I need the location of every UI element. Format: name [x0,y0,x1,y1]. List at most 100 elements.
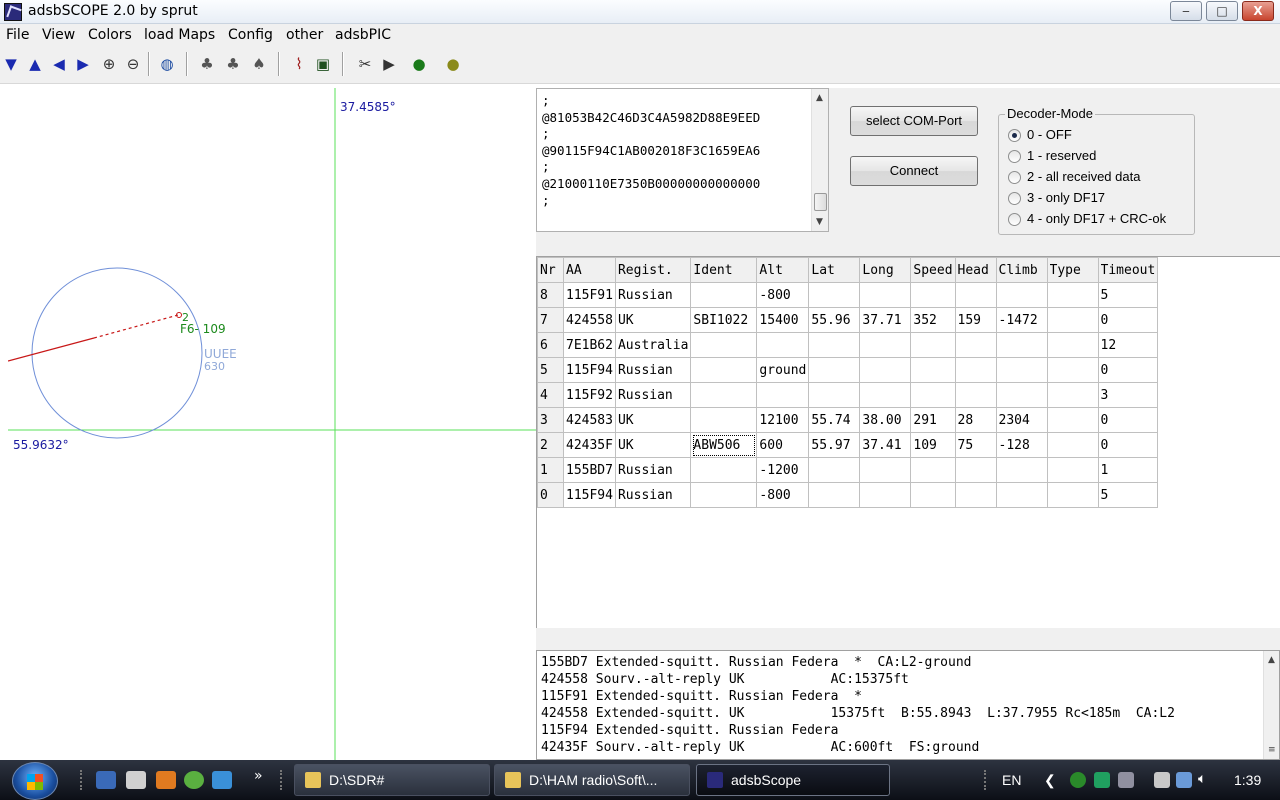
radio-checked-icon[interactable] [1008,129,1021,143]
table-cell[interactable] [1046,357,1099,383]
table-row[interactable]: 2 42435F UK ABW506 600 55.97 37.41 109 75 -128 0 [537,432,1159,458]
table-cell[interactable]: Russian [614,457,692,483]
table-cell[interactable] [910,457,956,483]
table-cell[interactable]: Russian [614,357,692,383]
table-cell[interactable]: 12100 [756,407,810,433]
table-cell[interactable] [995,332,1048,358]
tools-icon[interactable]: ✂ [354,53,376,75]
select-com-port-button[interactable]: select COM-Port [850,106,978,136]
table-cell[interactable]: -1472 [995,307,1048,333]
table-cell[interactable] [910,482,956,508]
graph-icon[interactable]: ⌇ [288,53,310,75]
table-cell[interactable] [690,357,758,383]
table-cell[interactable] [910,332,956,358]
minimize-button[interactable]: ‒ [1170,1,1202,21]
table-cell[interactable] [859,282,912,308]
app-quicklaunch-icon[interactable] [126,771,146,789]
table-cell[interactable] [995,357,1048,383]
table-row[interactable]: 8 115F91 Russian -800 5 [537,282,1159,308]
table-cell[interactable]: 115F94 [563,357,616,383]
table-cell[interactable] [1046,407,1099,433]
row-number-cell[interactable]: 2 [537,432,564,458]
decoder-option-4[interactable]: 4 - only DF17 + CRC-ok [1008,212,1166,228]
table-cell[interactable] [995,282,1048,308]
table-cell[interactable]: 109 [910,432,956,458]
table-cell[interactable] [995,482,1048,508]
table-cell[interactable] [859,382,912,408]
show-desktop-icon[interactable] [96,771,116,789]
menu-config[interactable]: Config [228,27,273,43]
table-cell[interactable]: 28 [954,407,997,433]
scroll-thumb[interactable] [814,193,827,211]
radio-icon[interactable] [1008,150,1021,164]
language-indicator[interactable]: EN [1002,772,1021,788]
table-cell[interactable] [1046,332,1099,358]
table-cell[interactable]: 0 [1097,357,1159,383]
task-adsbscope[interactable]: adsbScope [696,764,890,796]
task-ham-radio[interactable]: D:\HAM radio\Soft\... [494,764,690,796]
menu-other[interactable]: other [286,27,323,43]
globe-icon[interactable]: ◍ [156,53,178,75]
pan-up-icon[interactable]: ▲ [24,53,46,75]
table-cell[interactable] [1046,282,1099,308]
play-icon[interactable]: ▶ [378,53,400,75]
table-cell[interactable]: 37.71 [859,307,912,333]
table-cell[interactable]: 0 [1097,407,1159,433]
scroll-grip-icon[interactable]: ≡ [1268,745,1276,755]
column-header[interactable]: Ident [690,257,758,283]
tree-icon[interactable]: ♣ [196,53,218,75]
table-cell[interactable]: Russian [614,482,692,508]
clock[interactable]: 1:39 [1234,772,1261,788]
log-scrollbar[interactable]: ▲ ≡ [1263,651,1279,759]
table-cell[interactable]: 159 [954,307,997,333]
table-cell[interactable] [910,282,956,308]
table-cell[interactable]: 352 [910,307,956,333]
table-cell[interactable] [808,282,861,308]
table-cell[interactable] [1046,457,1099,483]
table-cell[interactable]: 55.74 [808,407,861,433]
table-cell[interactable] [859,357,912,383]
maximize-button[interactable]: □ [1206,1,1238,21]
table-cell[interactable]: ground [756,357,810,383]
table-cell[interactable] [690,332,758,358]
table-cell[interactable]: 115F91 [563,282,616,308]
table-cell[interactable]: Russian [614,282,692,308]
aircraft-table[interactable]: Nr AA Regist. Ident Alt Lat Long Speed Head Climb… [537,257,1159,508]
pan-left-icon[interactable]: ◀ [48,53,70,75]
table-cell[interactable] [808,482,861,508]
table-cell[interactable]: -800 [756,282,810,308]
scroll-up-icon[interactable]: ▲ [1268,655,1275,665]
map-canvas[interactable] [8,88,536,760]
menu-load-maps[interactable]: load Maps [144,27,215,43]
column-header[interactable]: Nr [537,257,564,283]
torrent-icon[interactable] [184,771,204,789]
table-cell[interactable]: 55.97 [808,432,861,458]
table-cell[interactable]: -128 [995,432,1048,458]
table-cell[interactable] [954,357,997,383]
table-cell[interactable] [910,382,956,408]
table-cell[interactable]: 291 [910,407,956,433]
more-quicklaunch-icon[interactable]: » [254,768,263,784]
table-cell[interactable] [954,457,997,483]
table-cell[interactable]: 424558 [563,307,616,333]
pan-down-icon[interactable]: ▼ [0,53,22,75]
table-cell[interactable] [808,332,861,358]
table-cell[interactable] [954,332,997,358]
table-cell[interactable]: 15400 [756,307,810,333]
volume-icon[interactable]: 🔈︎ [1198,770,1206,787]
row-number-cell[interactable]: 1 [537,457,564,483]
row-number-cell[interactable]: 7 [537,307,564,333]
taskbar-grip[interactable] [280,770,284,790]
table-cell[interactable]: 0 [1097,432,1159,458]
raw-data-box[interactable]: ; @81053B42C46D3C4A5982D88E9EED ; @90115… [536,88,829,232]
table-cell[interactable]: UK [614,407,692,433]
table-cell[interactable]: 0 [1097,307,1159,333]
column-header[interactable]: Alt [756,257,810,283]
shield-tray-icon[interactable] [1094,772,1110,788]
radio-icon[interactable] [1008,213,1021,227]
browser-icon[interactable] [156,771,176,789]
table-cell[interactable]: 75 [954,432,997,458]
table-cell[interactable]: 42435F [563,432,616,458]
pan-right-icon[interactable]: ▶ [72,53,94,75]
zoom-in-icon[interactable]: ⊕ [98,53,120,75]
